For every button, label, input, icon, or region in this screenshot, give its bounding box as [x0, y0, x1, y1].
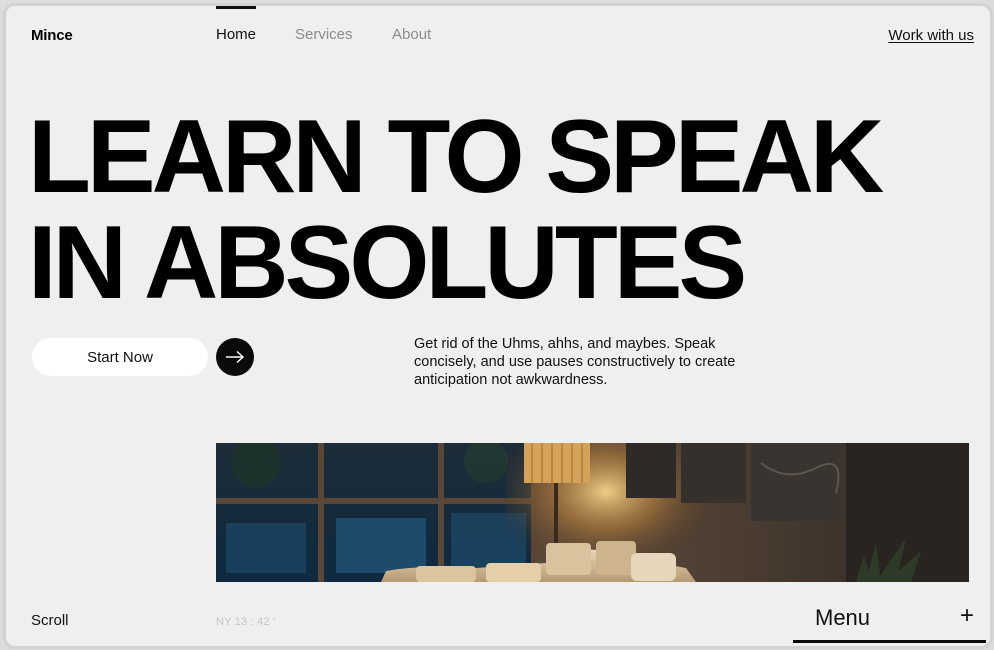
hero-headline: LEARN TO SPEAK IN ABSOLUTES — [28, 104, 884, 316]
headline-line-1: LEARN TO SPEAK — [28, 99, 884, 215]
arrow-right-icon — [226, 350, 245, 364]
nav-services[interactable]: Services — [295, 26, 353, 43]
page-frame: Mince Home Services About Work with us L… — [3, 3, 993, 649]
menu-button[interactable]: Menu + — [793, 596, 986, 643]
arrow-button[interactable] — [216, 338, 254, 376]
hero-description: Get rid of the Uhms, ahhs, and maybes. S… — [414, 336, 736, 388]
menu-label: Menu — [815, 605, 871, 630]
scroll-label: Scroll — [31, 612, 69, 629]
nav-home[interactable]: Home — [216, 26, 256, 43]
start-now-button[interactable]: Start Now — [32, 338, 208, 376]
plus-icon: + — [959, 602, 974, 629]
nav-about[interactable]: About — [392, 26, 431, 43]
active-nav-indicator — [216, 6, 256, 9]
hero-image — [216, 443, 969, 582]
headline-line-2: IN ABSOLUTES — [28, 205, 747, 321]
living-room-photo — [216, 443, 969, 582]
work-with-us-link[interactable]: Work with us — [888, 27, 974, 44]
logo[interactable]: Mince — [31, 27, 73, 44]
clock-display: NY 13 : 42 ' — [216, 616, 276, 628]
